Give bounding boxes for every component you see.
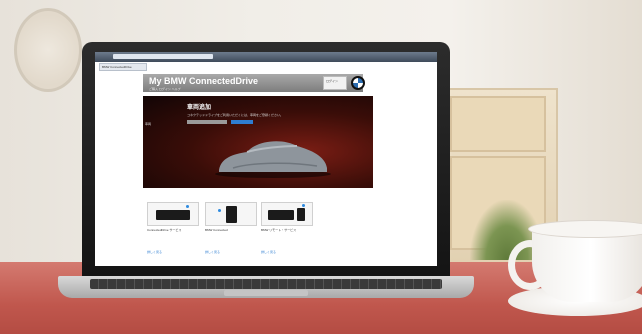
browser-toolbar — [95, 52, 437, 62]
feature-card[interactable]: BMW Connected 詳しく見る — [205, 202, 257, 258]
covered-car-icon — [215, 141, 331, 178]
card-image — [205, 202, 257, 226]
card-title: BMW Connected — [205, 228, 228, 232]
login-button[interactable]: ログイン — [323, 76, 347, 90]
feature-card[interactable]: ConnectedDrive サービス 詳しく見る — [147, 202, 199, 258]
remote-phone-icon — [297, 208, 305, 221]
address-bar[interactable] — [113, 54, 213, 59]
feature-card[interactable]: BMW リモート・サービス 詳しく見る — [261, 202, 313, 258]
card-title: BMW リモート・サービス — [261, 228, 297, 232]
card-image — [261, 202, 313, 226]
laptop-screen: BMW ConnectedDrive My BMW ConnectedDrive… — [95, 52, 437, 266]
laptop-keyboard — [90, 279, 442, 289]
card-image — [147, 202, 199, 226]
bluetooth-icon — [218, 209, 221, 212]
smartphone-icon — [226, 206, 237, 223]
browser-tab[interactable]: BMW ConnectedDrive — [99, 63, 147, 71]
photo-scene: BMW ConnectedDrive My BMW ConnectedDrive… — [0, 0, 642, 334]
hero-side-label: 車両 — [145, 122, 152, 126]
hero-primary-button[interactable] — [187, 120, 227, 124]
card-link[interactable]: 詳しく見る — [261, 250, 276, 254]
hero-title: 車両追加 — [187, 105, 212, 111]
hero-secondary-button[interactable] — [231, 120, 253, 124]
site-nav[interactable]: ご購入 ログイン ヘルプ — [149, 87, 181, 91]
signal-icon — [302, 204, 305, 207]
card-link[interactable]: 詳しく見る — [205, 250, 220, 254]
door-panel-top — [450, 96, 546, 152]
login-label: ログイン — [326, 79, 339, 83]
card-title: ConnectedDrive サービス — [147, 228, 182, 232]
bmw-logo-icon[interactable] — [351, 76, 365, 90]
laptop-trackpad — [224, 290, 308, 296]
hero-text: コネクテッドドライブをご利用いただくには、車両をご登録ください。 — [187, 113, 284, 117]
navigation-screen-icon — [156, 210, 190, 220]
hero-banner: 車両 車両追加 コネクテッドドライブをご利用いただくには、車両をご登録ください。 — [143, 96, 373, 188]
accent-dot-icon — [186, 205, 189, 208]
remote-screen-icon — [268, 210, 294, 220]
site-title: My BMW ConnectedDrive — [149, 76, 259, 86]
tab-label: BMW ConnectedDrive — [102, 65, 132, 69]
wall-fan — [14, 8, 82, 92]
card-link[interactable]: 詳しく見る — [147, 250, 162, 254]
